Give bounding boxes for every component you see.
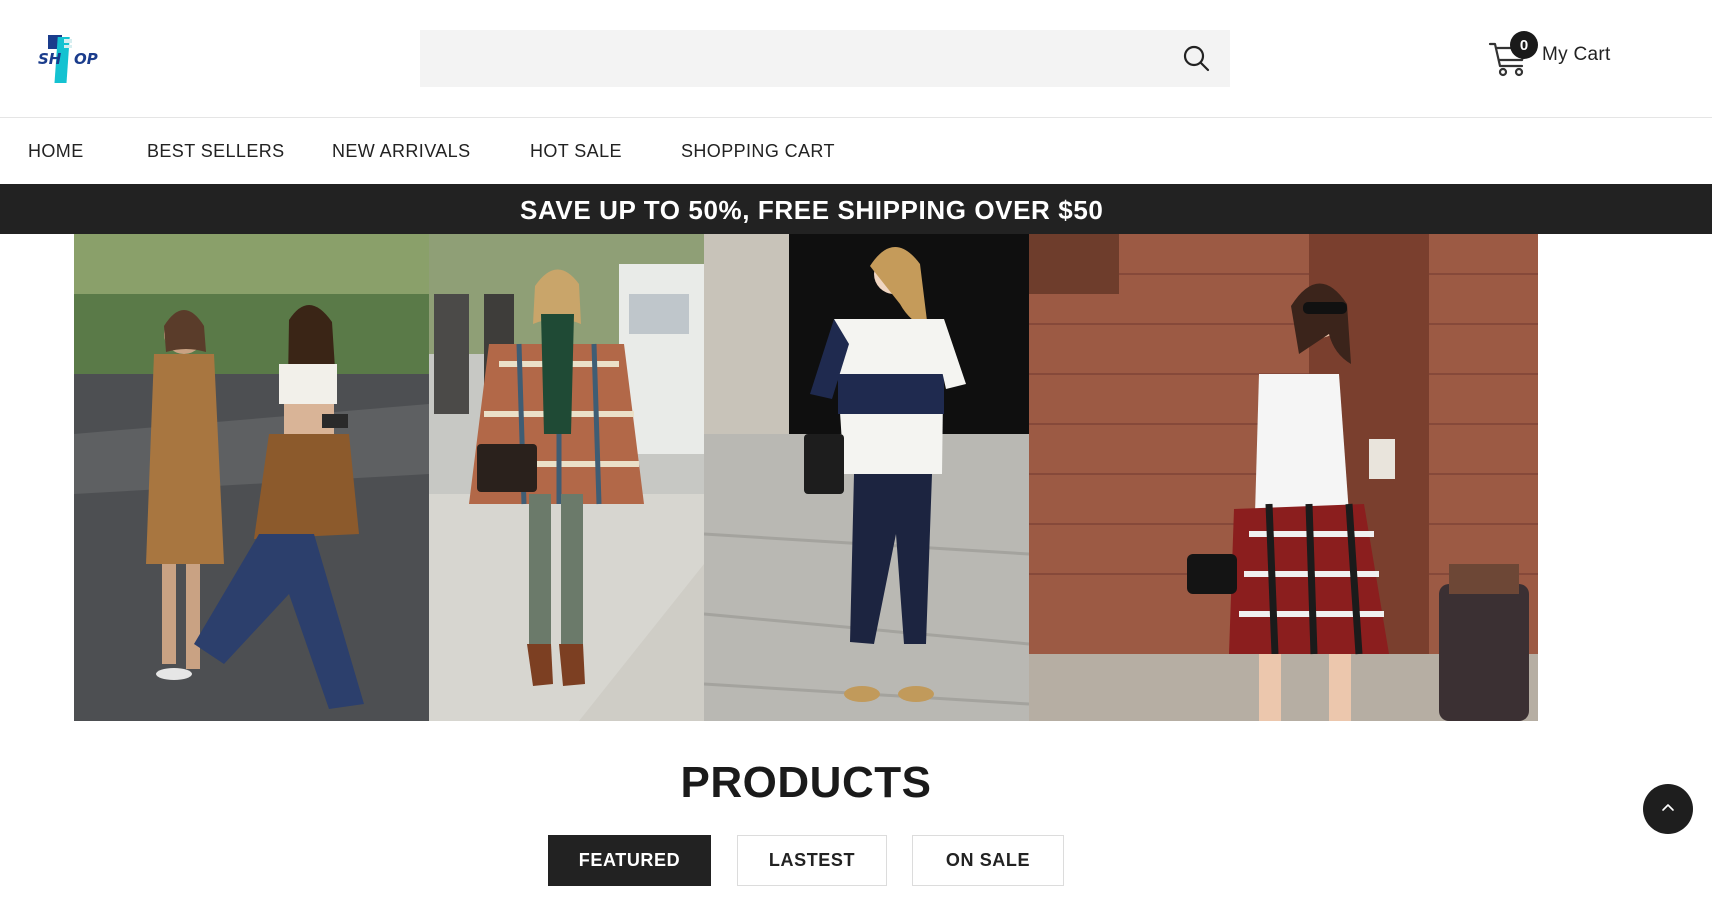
search-icon[interactable] [1182, 44, 1210, 72]
my-cart-button[interactable]: 0 My Cart [1488, 30, 1611, 80]
main-nav: HOME BEST SELLERS NEW ARRIVALS HOT SALE … [0, 119, 1712, 184]
tab-latest[interactable]: LASTEST [737, 835, 887, 886]
nav-item-new-arrivals[interactable]: NEW ARRIVALS [332, 141, 471, 162]
nav-item-shopping-cart[interactable]: SHOPPING CART [681, 141, 835, 162]
tab-featured[interactable]: FEATURED [548, 835, 711, 886]
svg-text:SH: SH [38, 50, 62, 68]
banner-image-street-two-women [74, 234, 429, 721]
cart-count-badge: 0 [1510, 31, 1538, 59]
svg-text:OP: OP [74, 50, 98, 68]
tab-on-sale[interactable]: ON SALE [912, 835, 1064, 886]
site-header: SH OP 0 My Cart [0, 0, 1712, 118]
cart-icon: 0 [1488, 31, 1538, 78]
back-to-top-button[interactable] [1643, 784, 1693, 834]
nav-item-hot-sale[interactable]: HOT SALE [530, 141, 622, 162]
nav-item-best-sellers[interactable]: BEST SELLERS [147, 141, 285, 162]
products-title: PRODUCTS [680, 758, 932, 807]
promo-banner: SAVE UP TO 50%, FREE SHIPPING OVER $50 [0, 184, 1712, 234]
search-input[interactable] [420, 30, 1230, 87]
banner-image-plaid-waist-tie [1029, 234, 1538, 721]
hero-banner[interactable] [74, 234, 1538, 721]
banner-image-plaid-poncho [429, 234, 704, 721]
banner-image-striped-tee [704, 234, 1029, 721]
shop-logo[interactable]: SH OP [38, 33, 108, 85]
promo-text: SAVE UP TO 50%, FREE SHIPPING OVER $50 [520, 195, 1104, 225]
chevron-up-icon [1658, 797, 1678, 822]
nav-item-home[interactable]: HOME [28, 141, 84, 162]
search-bar [420, 30, 1230, 87]
cart-label: My Cart [1542, 44, 1611, 65]
